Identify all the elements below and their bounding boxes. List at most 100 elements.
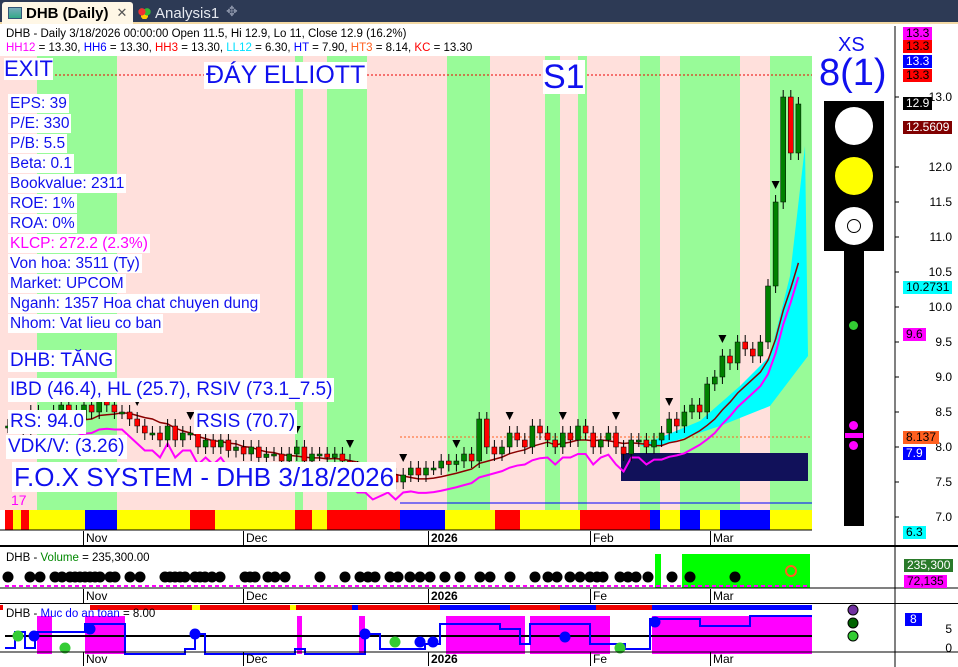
safety-dot — [649, 616, 661, 628]
candle-down — [88, 404, 95, 413]
axis-tick: 5 — [945, 622, 952, 636]
candle-up — [734, 341, 741, 364]
volume-dot — [2, 571, 14, 583]
volume-dot — [454, 571, 466, 583]
state-bar-segment — [295, 510, 312, 530]
candle-down — [111, 404, 118, 413]
volume-dot — [269, 571, 281, 583]
price-tag: 9.6 — [903, 328, 926, 341]
candle-down — [278, 453, 285, 462]
volume-dot — [504, 571, 516, 583]
price-tick: 8.5 — [935, 405, 952, 419]
candle-up — [704, 383, 710, 413]
volume-dot — [339, 571, 351, 583]
state-bar-segment — [117, 510, 190, 530]
state-bar-segment — [5, 510, 13, 530]
safety-dot — [559, 631, 571, 643]
volume-panel[interactable]: DHB - Volume = 235,300.00 235,300 72,135… — [0, 547, 958, 604]
safety-dot — [189, 628, 201, 640]
state-bar-segment — [215, 510, 295, 530]
volume-highlight — [655, 554, 661, 588]
candle-down — [339, 453, 346, 462]
fundamental-item: EPS: 39 — [8, 94, 69, 113]
safety-state-segment — [290, 605, 296, 610]
level-value: = 13.30, — [35, 42, 84, 54]
candle-up — [271, 453, 277, 457]
add-tab-icon[interactable]: ✥ — [226, 3, 238, 20]
volume-dot — [94, 571, 106, 583]
month-label: Fe — [590, 652, 607, 666]
candle-up — [719, 355, 726, 378]
candle-down — [590, 432, 596, 448]
box-zone — [621, 453, 808, 481]
candle-down — [613, 432, 619, 448]
tab-dhb-daily[interactable]: DHB (Daily) ✕ — [2, 2, 134, 24]
safety-state-segment — [296, 605, 352, 610]
candle-up — [605, 432, 612, 441]
fundamental-item: P/E: 330 — [8, 114, 72, 133]
tab-label: DHB (Daily) — [26, 4, 109, 22]
candle-up — [430, 467, 437, 471]
candle-down — [126, 411, 133, 420]
price-tag: 13.3 — [903, 55, 933, 68]
candle-down — [552, 439, 558, 448]
candle-down — [742, 341, 748, 350]
price-chart-panel[interactable]: DHB - Daily 3/18/2026 00:00:00 Open 11.5… — [0, 26, 958, 546]
candle-up — [499, 446, 505, 455]
candle-down — [415, 467, 422, 476]
candle-up — [294, 446, 300, 455]
ohlc-header: DHB - Daily 3/18/2026 00:00:00 Open 11.5… — [6, 27, 407, 41]
candle-up — [636, 439, 642, 443]
volume-dot — [684, 571, 696, 583]
candle-down — [750, 348, 756, 357]
volume-dot — [551, 571, 563, 583]
month-label: Dec — [243, 589, 267, 603]
candle-up — [164, 425, 171, 441]
candle-up — [119, 411, 125, 415]
candle-down — [696, 404, 703, 413]
candle-down — [324, 453, 330, 458]
candle-up — [149, 432, 156, 436]
safety-dot — [427, 636, 439, 648]
safety-title: DHB - Muc do an toan = 8.00 — [6, 608, 156, 620]
candle-up — [712, 376, 718, 385]
candle-up — [795, 103, 802, 154]
trend-label: DHB: TĂNG — [8, 350, 116, 372]
fundamental-item: ROA: 0% — [8, 214, 77, 233]
volume-dot — [474, 571, 486, 583]
close-tab-icon[interactable]: ✕ — [117, 5, 128, 21]
candle-down — [567, 432, 574, 441]
volume-dot — [666, 571, 678, 583]
axis-tick: 0 — [945, 641, 952, 655]
safety-tag: 8 — [905, 613, 922, 626]
status-dot — [847, 604, 859, 616]
volume-dot — [574, 571, 586, 583]
candle-down — [620, 446, 627, 455]
tab-analysis1[interactable]: Analysis1 — [132, 2, 225, 24]
level-value: = 8.14, — [372, 42, 415, 54]
count-label: 17 — [11, 492, 27, 508]
safety-panel[interactable]: DHB - Muc do an toan = 8.00 8 5 0 Nov Dec… — [0, 604, 958, 667]
safety-state-segment — [652, 605, 812, 610]
candle-down — [172, 425, 178, 441]
green-band — [295, 26, 303, 510]
level-key: KC — [414, 42, 431, 54]
fundamental-item: Nhom: Vat lieu co ban — [8, 314, 164, 333]
price-tag: 12.5609 — [903, 121, 953, 134]
level-value: = 13.30, — [178, 42, 227, 54]
fundamental-item: Beta: 0.1 — [8, 154, 75, 173]
price-tick: 12.0 — [928, 160, 952, 174]
traffic-light — [824, 101, 884, 251]
candle-down — [514, 432, 520, 441]
volume-dot — [109, 571, 121, 583]
month-label: Dec — [243, 652, 267, 666]
state-bar-segment — [700, 510, 720, 530]
light-yellow — [835, 157, 873, 195]
candle-up — [560, 432, 566, 448]
rs-label: RS: 94.0 — [8, 410, 86, 434]
candle-up — [681, 411, 688, 427]
month-label: Nov — [83, 589, 107, 603]
candle-up — [757, 341, 764, 357]
volume-dot — [642, 571, 654, 583]
state-bar-segment — [29, 510, 85, 530]
